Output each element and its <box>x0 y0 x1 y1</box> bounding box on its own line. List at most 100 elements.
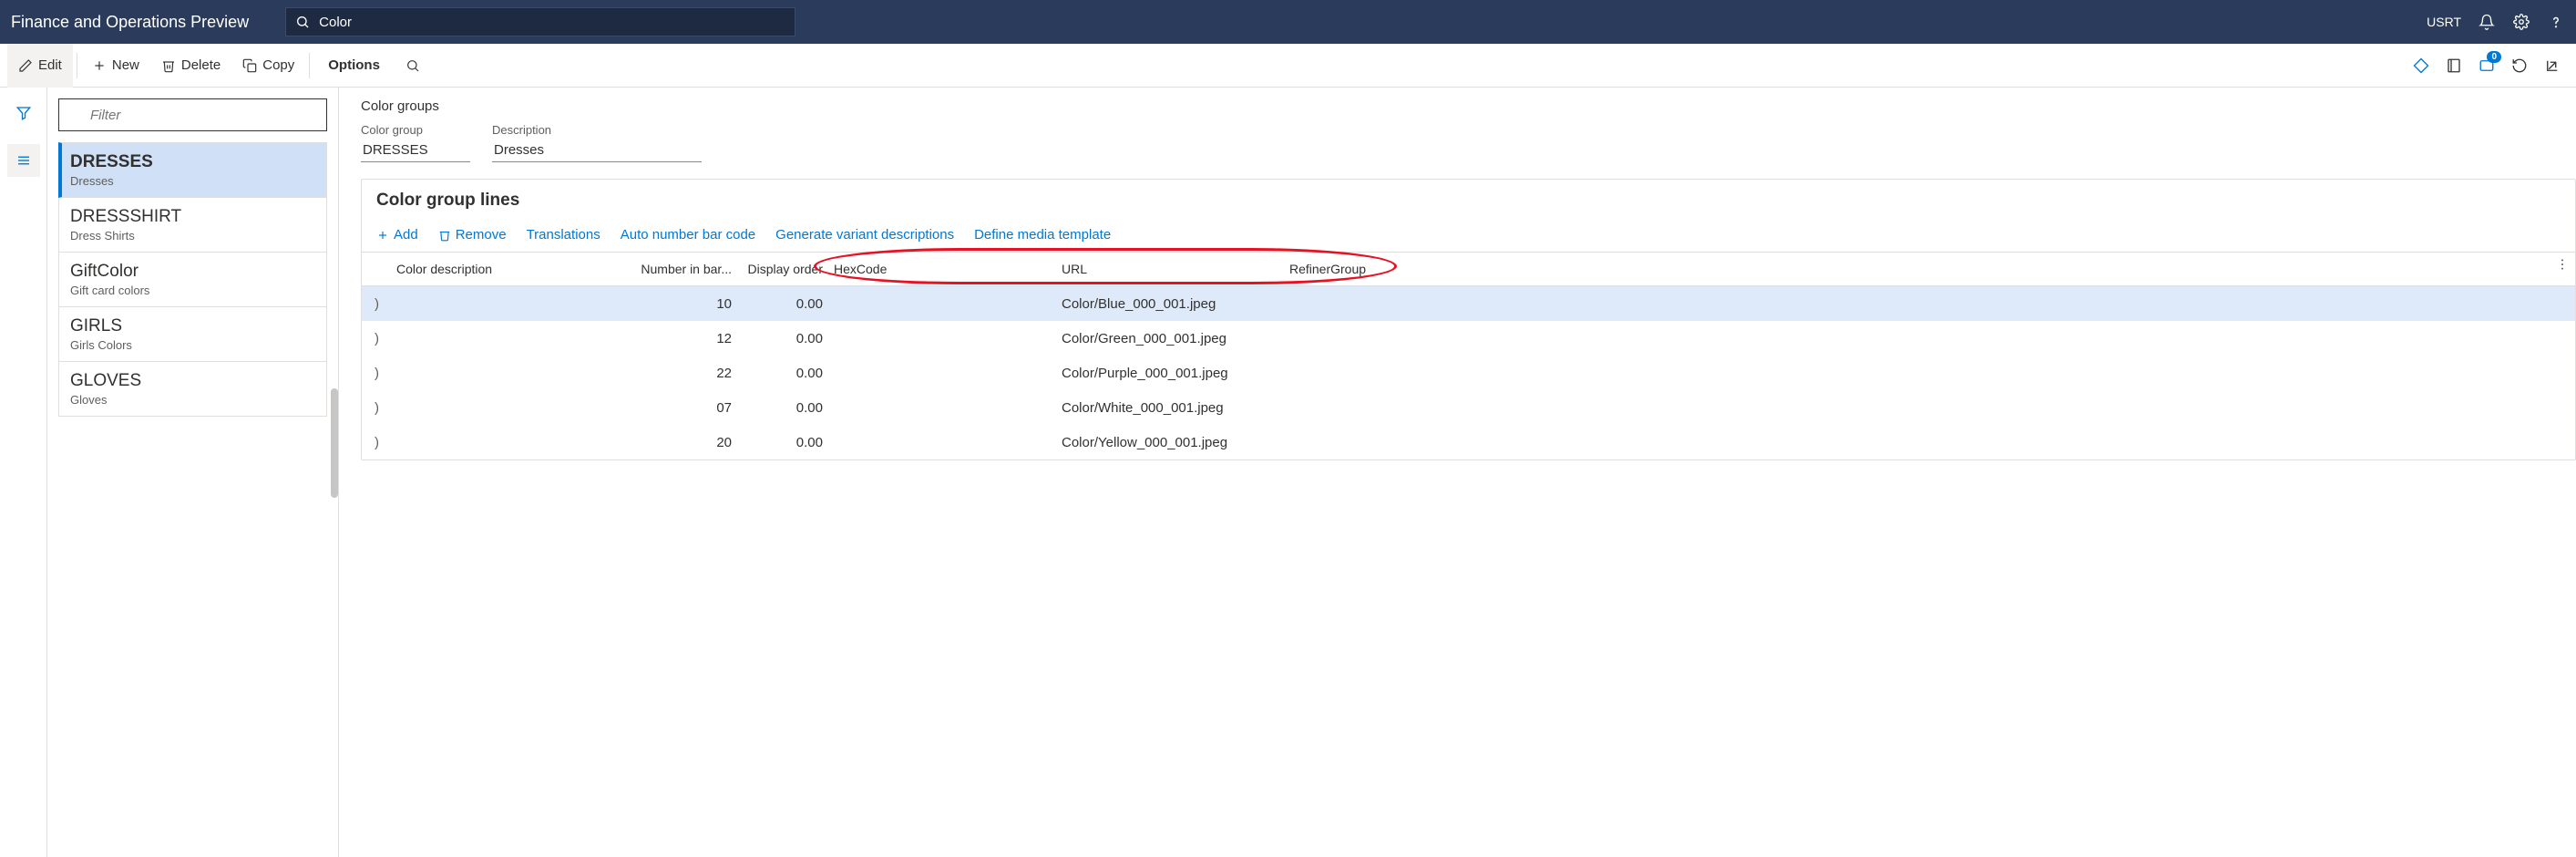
list-rail-button[interactable] <box>7 144 40 177</box>
cell-numbar[interactable]: 10 <box>610 296 737 312</box>
remove-label: Remove <box>456 227 507 243</box>
filter-input[interactable] <box>58 98 327 131</box>
edit-button[interactable]: Edit <box>7 44 73 88</box>
cell-numbar[interactable]: 12 <box>610 331 737 346</box>
list-item[interactable]: GIRLS Girls Colors <box>58 307 327 362</box>
detail-panel: Color groups Color group DRESSES Descrip… <box>339 88 2576 857</box>
cell-numbar[interactable]: 07 <box>610 400 737 416</box>
attach-icon[interactable] <box>2412 57 2430 75</box>
delete-button[interactable]: Delete <box>150 44 231 88</box>
list-item-desc: Dress Shirts <box>70 229 315 243</box>
list-item-title: DRESSSHIRT <box>70 207 315 227</box>
cell-disporder[interactable]: 0.00 <box>737 400 828 416</box>
cell-url[interactable]: Color/Green_000_001.jpeg <box>1056 331 1284 346</box>
table-row[interactable]: )120.00Color/Green_000_001.jpeg <box>362 321 2575 356</box>
autonum-label: Auto number bar code <box>621 227 755 243</box>
new-label: New <box>112 57 139 73</box>
delete-label: Delete <box>181 57 221 73</box>
lines-card: Color group lines Add Remove Translation… <box>361 179 2576 460</box>
user-code[interactable]: USRT <box>2427 15 2461 29</box>
pencil-icon <box>18 58 33 73</box>
description-label: Description <box>492 123 702 137</box>
colorgroup-label: Color group <box>361 123 470 137</box>
media-button[interactable]: Define media template <box>974 227 1111 243</box>
list-item-desc: Gloves <box>70 393 315 407</box>
plus-icon <box>376 229 389 242</box>
options-label: Options <box>328 57 380 73</box>
cell-disporder[interactable]: 0.00 <box>737 331 828 346</box>
cell-url[interactable]: Color/Blue_000_001.jpeg <box>1056 296 1284 312</box>
genvar-label: Generate variant descriptions <box>775 227 954 243</box>
filter-rail-button[interactable] <box>7 97 40 129</box>
topbar: Finance and Operations Preview Color USR… <box>0 0 2576 44</box>
description-value[interactable]: Dresses <box>492 139 702 162</box>
grid-more-icon[interactable] <box>2555 257 2570 274</box>
cell-url[interactable]: Color/Yellow_000_001.jpeg <box>1056 435 1284 450</box>
scrollbar[interactable] <box>331 388 338 498</box>
list-item-title: GLOVES <box>70 371 315 391</box>
list-item-title: GIRLS <box>70 316 315 336</box>
left-rail <box>0 88 47 857</box>
gear-icon[interactable] <box>2512 13 2530 31</box>
action-bar: Edit New Delete Copy Options 0 <box>0 44 2576 88</box>
col-refiner[interactable]: RefinerGroup <box>1284 262 1421 276</box>
bell-icon[interactable] <box>2478 13 2496 31</box>
add-line-button[interactable]: Add <box>376 227 418 243</box>
page-title: Color groups <box>361 98 2576 114</box>
table-row[interactable]: ) 200.00 Color/Yellow_000_001.jpeg <box>362 425 2575 459</box>
copy-button[interactable]: Copy <box>231 44 305 88</box>
trash-icon <box>161 58 176 73</box>
list-item[interactable]: GiftColor Gift card colors <box>58 253 327 307</box>
app-title: Finance and Operations Preview <box>11 13 249 32</box>
col-url[interactable]: URL <box>1056 262 1284 276</box>
cell-disporder[interactable]: 0.00 <box>737 366 828 381</box>
col-hex[interactable]: HexCode <box>828 262 1056 276</box>
add-label: Add <box>394 227 418 243</box>
badge-count: 0 <box>2487 51 2501 63</box>
copy-icon <box>242 58 257 73</box>
office-icon[interactable] <box>2445 57 2463 75</box>
translations-button[interactable]: Translations <box>527 227 600 243</box>
list-item[interactable]: DRESSES Dresses <box>58 142 327 198</box>
row-marker: ) <box>369 400 391 416</box>
list-item-desc: Gift card colors <box>70 284 315 297</box>
list-item-desc: Dresses <box>70 174 315 188</box>
notifications-badge[interactable]: 0 <box>2478 57 2496 75</box>
remove-line-button[interactable]: Remove <box>438 227 507 243</box>
cell-disporder[interactable]: 0.00 <box>737 296 828 312</box>
copy-label: Copy <box>262 57 294 73</box>
refresh-icon[interactable] <box>2510 57 2529 75</box>
autonum-button[interactable]: Auto number bar code <box>621 227 755 243</box>
search-action[interactable] <box>395 44 431 88</box>
cell-numbar[interactable]: 22 <box>610 366 737 381</box>
list-item-desc: Girls Colors <box>70 338 315 352</box>
col-numbar[interactable]: Number in bar... <box>610 262 737 276</box>
options-button[interactable]: Options <box>313 44 395 88</box>
table-row[interactable]: )100.00Color/Blue_000_001.jpeg <box>362 286 2575 321</box>
new-button[interactable]: New <box>81 44 150 88</box>
list-item[interactable]: DRESSSHIRT Dress Shirts <box>58 198 327 253</box>
table-row[interactable]: ) 070.00 Color/White_000_001.jpeg <box>362 390 2575 425</box>
search-text: Color <box>319 15 352 30</box>
list-icon <box>15 152 32 169</box>
col-colordesc[interactable]: Color description <box>391 262 610 276</box>
cell-disporder[interactable]: 0.00 <box>737 435 828 450</box>
row-marker: ) <box>369 435 391 450</box>
lines-grid: Color description Number in bar... Displ… <box>362 252 2575 459</box>
cell-url[interactable]: Color/Purple_000_001.jpeg <box>1056 366 1284 381</box>
cell-numbar[interactable]: 20 <box>610 435 737 450</box>
grid-header-row: Color description Number in bar... Displ… <box>362 252 2575 286</box>
search-icon <box>405 58 420 73</box>
colorgroup-value[interactable]: DRESSES <box>361 139 470 162</box>
search-box[interactable]: Color <box>285 7 795 36</box>
popout-icon[interactable] <box>2543 57 2561 75</box>
genvar-button[interactable]: Generate variant descriptions <box>775 227 954 243</box>
list-item-title: DRESSES <box>70 152 315 172</box>
list-item-title: GiftColor <box>70 262 315 282</box>
list-item[interactable]: GLOVES Gloves <box>58 362 327 417</box>
help-icon[interactable] <box>2547 13 2565 31</box>
cell-url[interactable]: Color/White_000_001.jpeg <box>1056 400 1284 416</box>
col-disporder[interactable]: Display order <box>737 262 828 276</box>
lines-title: Color group lines <box>362 180 2575 222</box>
table-row[interactable]: )220.00Color/Purple_000_001.jpeg <box>362 356 2575 390</box>
